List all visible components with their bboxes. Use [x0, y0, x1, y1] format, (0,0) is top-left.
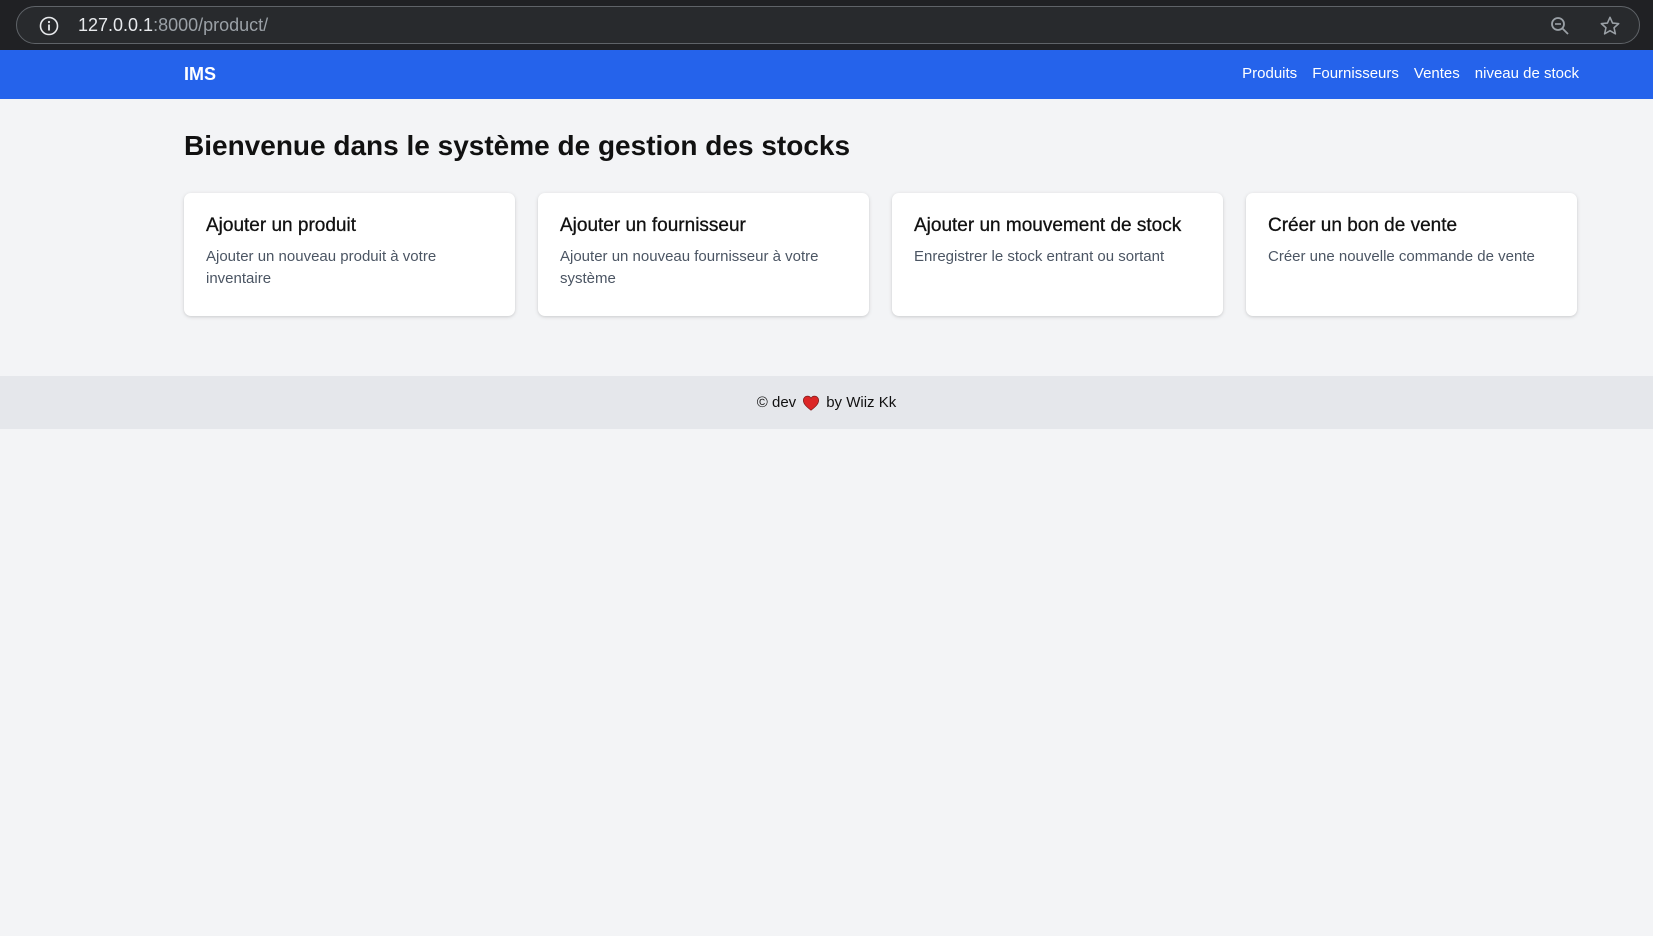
card-title: Ajouter un fournisseur — [560, 215, 746, 236]
card-add-product[interactable]: Ajouter un produit Ajouter un nouveau pr… — [184, 193, 515, 316]
url-text[interactable]: 127.0.0.1:8000/product/ — [78, 15, 268, 35]
site-navbar: IMS Produits Fournisseurs Ventes niveau … — [0, 50, 1653, 99]
footer-suffix: by Wiiz Kk — [826, 394, 897, 411]
card-description: Créer une nouvelle commande de vente — [1268, 248, 1535, 265]
card-title: Ajouter un mouvement de stock — [914, 215, 1182, 236]
card-title: Créer un bon de vente — [1268, 215, 1458, 236]
nav-link-fournisseurs[interactable]: Fournisseurs — [1312, 65, 1399, 82]
card-description: Ajouter un nouveau produit à votre inven… — [206, 248, 437, 287]
url-path: :8000/product/ — [153, 15, 269, 35]
card-title: Ajouter un produit — [206, 215, 356, 236]
zoom-out-icon[interactable] — [1550, 16, 1570, 36]
address-bar[interactable]: 127.0.0.1:8000/product/ — [16, 6, 1640, 44]
url-host: 127.0.0.1 — [78, 15, 154, 35]
brand-logo[interactable]: IMS — [184, 64, 216, 85]
nav-link-niveau-de-stock[interactable]: niveau de stock — [1475, 65, 1579, 82]
card-add-stock-movement[interactable]: Ajouter un mouvement de stock Enregistre… — [892, 193, 1223, 316]
nav-link-produits[interactable]: Produits — [1242, 65, 1297, 82]
footer-prefix: © dev — [756, 394, 797, 411]
heart-icon — [803, 395, 820, 411]
site-footer: © dev by Wiiz Kk — [0, 376, 1653, 429]
card-description: Enregistrer le stock entrant ou sortant — [914, 248, 1165, 265]
info-icon[interactable] — [39, 16, 59, 36]
browser-toolbar: 127.0.0.1:8000/product/ — [0, 0, 1653, 50]
card-create-sales-order[interactable]: Créer un bon de vente Créer une nouvelle… — [1246, 193, 1577, 316]
nav-link-ventes[interactable]: Ventes — [1414, 65, 1460, 82]
card-description: Ajouter un nouveau fournisseur à votre s… — [560, 248, 819, 287]
card-add-supplier[interactable]: Ajouter un fournisseur Ajouter un nouvea… — [538, 193, 869, 316]
action-cards: Ajouter un produit Ajouter un nouveau pr… — [184, 193, 1579, 316]
nav-links: Produits Fournisseurs Ventes niveau de s… — [1242, 65, 1579, 82]
page-title: Bienvenue dans le système de gestion des… — [184, 130, 851, 161]
star-icon[interactable] — [1599, 15, 1621, 37]
